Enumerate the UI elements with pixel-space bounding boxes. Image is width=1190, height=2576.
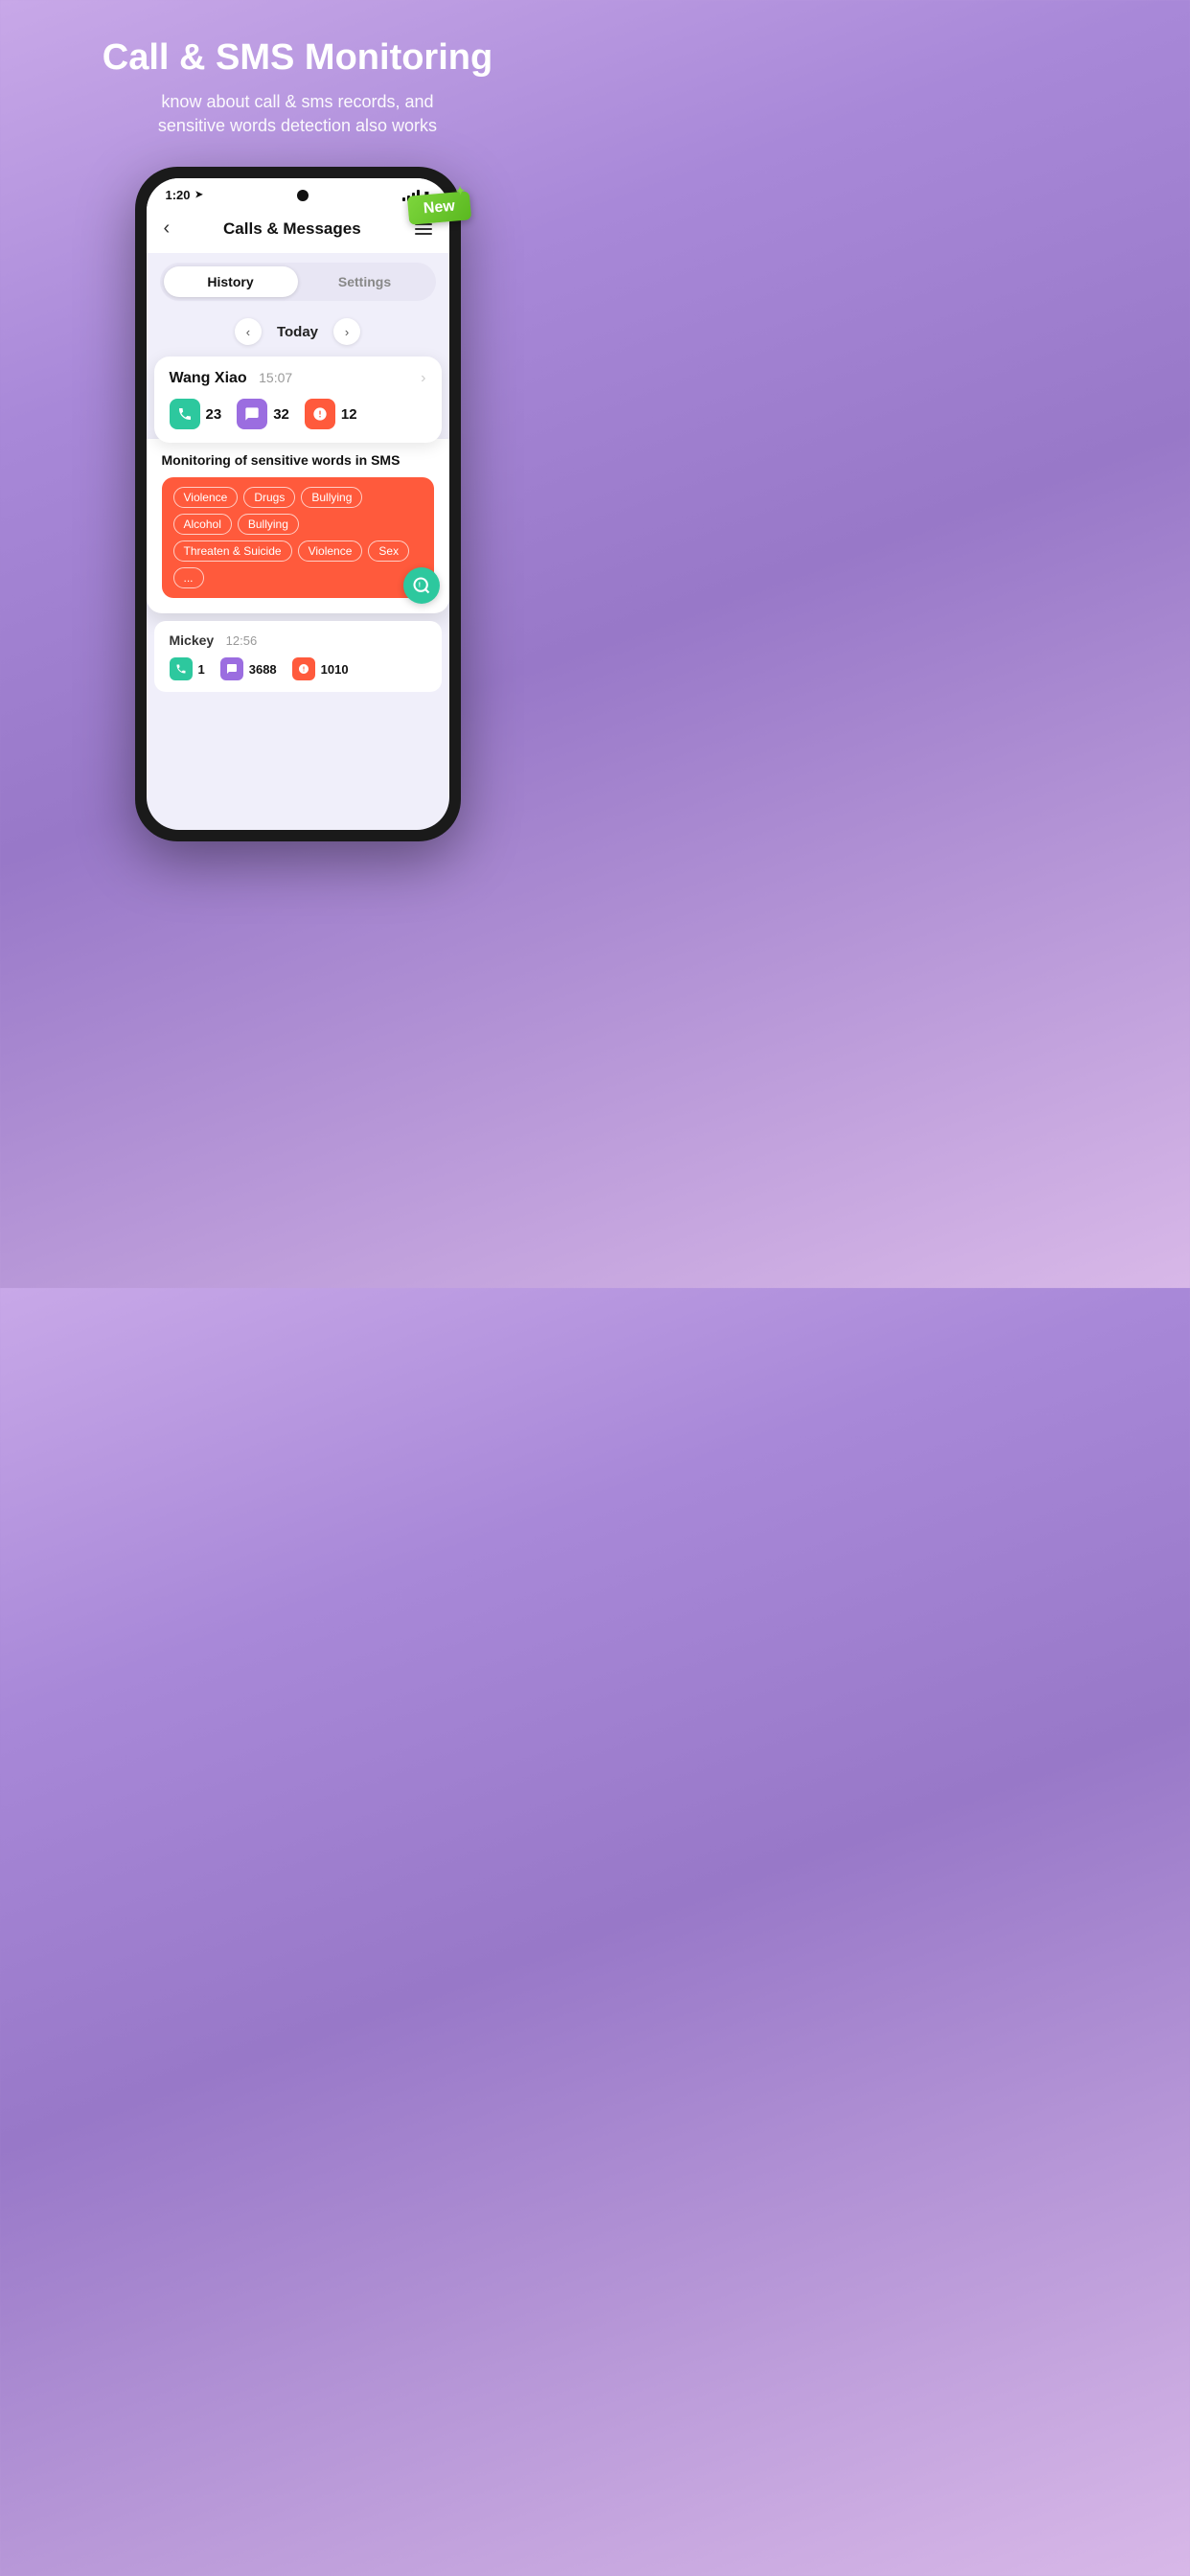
tag-bullying-1: Bullying (301, 487, 362, 508)
sub-title: know about call & sms records, and sensi… (29, 90, 566, 138)
date-nav: ‹ Today › (147, 310, 449, 356)
call-count: 23 (206, 406, 222, 423)
contact2-name-group: Mickey 12:56 (170, 632, 258, 650)
call-icon (170, 399, 200, 429)
tag-drugs: Drugs (243, 487, 295, 508)
tag-threaten-suicide: Threaten & Suicide (173, 540, 292, 562)
menu-button[interactable] (415, 223, 432, 235)
menu-line-2 (415, 228, 432, 230)
message-count: 32 (273, 406, 289, 423)
contact-header: Wang Xiao 15:07 › (170, 370, 426, 387)
tab-settings[interactable]: Settings (298, 266, 432, 297)
contact2-name: Mickey (170, 632, 215, 648)
tag-alcohol: Alcohol (173, 514, 232, 535)
chevron-right-icon: › (421, 370, 425, 387)
sensitive-content: Violence Drugs Bullying Alcohol Bullying… (162, 477, 434, 598)
phone-mockup: New 1:20 ➤ ▮ (135, 167, 461, 841)
camera-notch (297, 190, 309, 201)
header-section: Call & SMS Monitoring know about call & … (0, 0, 595, 157)
contact2-call-stat: 1 (170, 657, 205, 680)
tag-sex: Sex (368, 540, 409, 562)
signal-bar-1 (402, 197, 405, 201)
contact-name: Wang Xiao (170, 370, 247, 386)
sensitive-words-card: Monitoring of sensitive words in SMS Vio… (147, 439, 449, 613)
contact2-message-count: 3688 (249, 662, 277, 677)
phone-screen: 1:20 ➤ ▮ ‹ Calls & Messages (147, 178, 449, 830)
contact2-alert-count: 1010 (321, 662, 349, 677)
alert-count: 12 (341, 406, 357, 423)
contact2-header: Mickey 12:56 (170, 632, 426, 650)
main-title: Call & SMS Monitoring (29, 38, 566, 79)
app-header: ‹ Calls & Messages (147, 208, 449, 253)
tags-row-2: Threaten & Suicide Violence Sex ... (173, 540, 423, 588)
contact-stats: 23 32 (170, 399, 426, 429)
contact2-call-icon (170, 657, 193, 680)
contact2-message-icon (220, 657, 243, 680)
tabs-container: History Settings (147, 253, 449, 310)
bottom-spacer (147, 692, 449, 749)
back-button[interactable]: ‹ (164, 218, 171, 240)
contact2-stats: 1 3688 (170, 657, 426, 680)
message-icon (237, 399, 267, 429)
sensitive-title: Monitoring of sensitive words in SMS (162, 452, 434, 468)
tag-violence-2: Violence (298, 540, 363, 562)
tag-violence-1: Violence (173, 487, 239, 508)
contact-name-group: Wang Xiao 15:07 (170, 370, 293, 387)
tag-bullying-2: Bullying (238, 514, 299, 535)
date-next-button[interactable]: › (333, 318, 360, 345)
contact-time: 15:07 (259, 370, 292, 385)
search-magnify-icon: ! (403, 567, 440, 604)
call-stat: 23 (170, 399, 222, 429)
svg-text:!: ! (418, 581, 421, 589)
status-time: 1:20 ➤ (166, 188, 203, 202)
sensitive-tags-area: Violence Drugs Bullying Alcohol Bullying… (162, 477, 434, 598)
tags-row-1: Violence Drugs Bullying Alcohol Bullying (173, 487, 423, 535)
status-bar: 1:20 ➤ ▮ (147, 178, 449, 208)
date-prev-button[interactable]: ‹ (235, 318, 262, 345)
alert-icon (305, 399, 335, 429)
contact2-time: 12:56 (226, 633, 258, 648)
location-icon: ➤ (195, 190, 203, 200)
message-stat: 32 (237, 399, 289, 429)
contact-card-wang-xiao[interactable]: Wang Xiao 15:07 › 23 (154, 356, 442, 443)
phone-frame: 1:20 ➤ ▮ ‹ Calls & Messages (135, 167, 461, 841)
menu-line-3 (415, 233, 432, 235)
alert-stat: 12 (305, 399, 357, 429)
contact-card-mickey[interactable]: Mickey 12:56 1 (154, 621, 442, 692)
tag-more: ... (173, 567, 204, 588)
date-label: Today (277, 324, 318, 340)
tab-history[interactable]: History (164, 266, 298, 297)
app-title: Calls & Messages (223, 219, 361, 239)
contact2-call-count: 1 (198, 662, 205, 677)
new-badge: New (406, 191, 470, 225)
contact2-alert-stat: 1010 (292, 657, 349, 680)
tabs-bar: History Settings (160, 263, 436, 301)
contact2-message-stat: 3688 (220, 657, 277, 680)
contact2-alert-icon (292, 657, 315, 680)
